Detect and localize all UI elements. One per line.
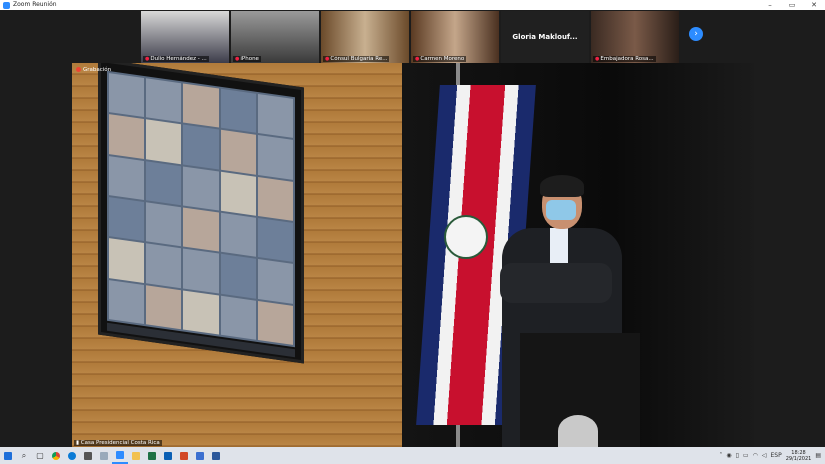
antivirus-icon[interactable]: ◉ bbox=[726, 452, 731, 459]
participant-name: ●iPhone bbox=[233, 56, 261, 62]
podium-seal bbox=[558, 415, 598, 447]
chrome-icon[interactable] bbox=[48, 447, 64, 464]
chevron-right-icon[interactable]: › bbox=[689, 27, 703, 41]
task-view-icon[interactable]: ▢ bbox=[32, 447, 48, 464]
speaker-hair bbox=[540, 175, 584, 197]
zoom-app-icon bbox=[3, 1, 10, 9]
outlook-icon[interactable] bbox=[160, 447, 176, 464]
participant-tile[interactable]: ●Dulio Hernández - ... bbox=[141, 11, 229, 63]
clock[interactable]: 18:28 29/1/2021 bbox=[786, 450, 812, 462]
meeting-area: ●Dulio Hernández - ... ●iPhone ●Cónsul B… bbox=[0, 10, 825, 447]
participant-tile[interactable]: ●Embajadora Rosa... bbox=[591, 11, 679, 63]
chevron-up-icon[interactable]: ˄ bbox=[719, 452, 722, 459]
file-explorer-icon[interactable] bbox=[128, 447, 144, 464]
speaker-caption: ▮ Casa Presidencial Costa Rica bbox=[74, 440, 162, 446]
mic-muted-icon: ● bbox=[325, 56, 330, 62]
zoom-taskbar-icon[interactable] bbox=[112, 447, 128, 464]
microphone-icon[interactable]: ▯ bbox=[736, 452, 739, 459]
mic-muted-icon: ● bbox=[235, 56, 240, 62]
volume-icon[interactable]: ◁ bbox=[762, 452, 767, 459]
record-icon bbox=[76, 67, 81, 72]
wall-monitor bbox=[98, 63, 304, 364]
calculator-icon[interactable] bbox=[80, 447, 96, 464]
network-app-icon[interactable] bbox=[96, 447, 112, 464]
recording-indicator: Grabación bbox=[76, 67, 111, 73]
face-mask bbox=[546, 200, 576, 220]
speaker-arms bbox=[500, 263, 612, 303]
word-icon[interactable] bbox=[208, 447, 224, 464]
windows-taskbar: ⌕ ▢ ˄ ◉ ▯ ▭ ◠ ◁ ESP 18:28 29/1/2021 ▤ bbox=[0, 447, 825, 464]
participant-tile[interactable]: Gloria Maklouf... bbox=[501, 11, 589, 63]
flag-emblem bbox=[444, 215, 488, 259]
powerpoint-icon[interactable] bbox=[176, 447, 192, 464]
maximize-button[interactable]: ▭ bbox=[781, 0, 803, 10]
notification-icon[interactable]: ▤ bbox=[815, 452, 821, 459]
participant-tile[interactable]: ●Cónsul Bulgaria Re... bbox=[321, 11, 409, 63]
participant-strip: ●Dulio Hernández - ... ●iPhone ●Cónsul B… bbox=[141, 11, 679, 63]
wifi-icon[interactable]: ◠ bbox=[753, 452, 758, 459]
participant-name-placeholder: Gloria Maklouf... bbox=[512, 33, 578, 41]
edge-icon[interactable] bbox=[64, 447, 80, 464]
participant-tile[interactable]: ●Carmen Moreno bbox=[411, 11, 499, 63]
battery-icon[interactable]: ▭ bbox=[743, 452, 749, 459]
window-title: Zoom Reunión bbox=[13, 1, 57, 8]
monitor-gallery bbox=[107, 70, 295, 348]
mail-icon[interactable] bbox=[192, 447, 208, 464]
window-titlebar: Zoom Reunión – ▭ ✕ bbox=[0, 0, 825, 10]
active-speaker-video: Grabación ▮ Casa Presidencial Costa Rica bbox=[72, 63, 754, 447]
participant-tile[interactable]: ●iPhone bbox=[231, 11, 319, 63]
language-indicator[interactable]: ESP bbox=[770, 452, 781, 459]
system-tray: ˄ ◉ ▯ ▭ ◠ ◁ ESP 18:28 29/1/2021 ▤ bbox=[719, 447, 825, 464]
participant-name: ●Embajadora Rosa... bbox=[593, 56, 656, 62]
mic-muted-icon: ● bbox=[415, 56, 420, 62]
mic-muted-icon: ● bbox=[145, 56, 150, 62]
minimize-button[interactable]: – bbox=[759, 0, 781, 10]
participant-name: ●Cónsul Bulgaria Re... bbox=[323, 56, 390, 62]
search-icon[interactable]: ⌕ bbox=[16, 447, 32, 464]
windows-start-icon[interactable] bbox=[0, 447, 16, 464]
mic-muted-icon: ● bbox=[595, 56, 600, 62]
close-button[interactable]: ✕ bbox=[803, 0, 825, 10]
participant-name: ●Dulio Hernández - ... bbox=[143, 56, 209, 62]
excel-icon[interactable] bbox=[144, 447, 160, 464]
participant-name: ●Carmen Moreno bbox=[413, 56, 467, 62]
